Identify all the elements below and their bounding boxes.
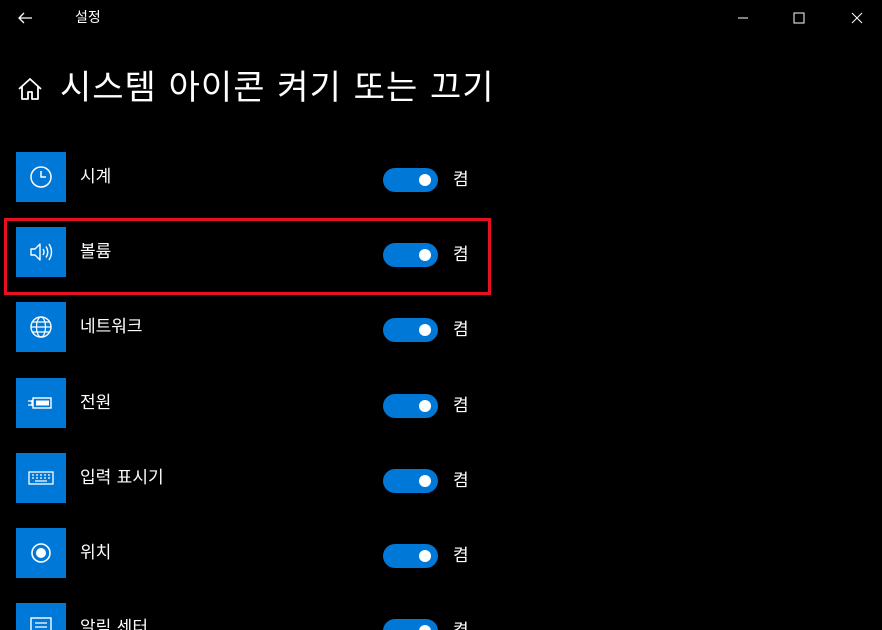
setting-row-volume: 볼륨 켬 [0,227,500,277]
minimize-button[interactable] [720,0,766,36]
setting-label: 시계 [80,167,112,187]
toggle-knob [419,400,431,412]
setting-row-location: 위치 켬 [0,528,500,578]
close-icon [851,12,863,24]
back-button[interactable] [12,5,40,31]
page-title: 시스템 아이콘 켜기 또는 끄기 [60,68,495,108]
toggle-knob [419,625,431,630]
battery-icon [28,397,52,409]
home-icon [18,78,42,100]
setting-row-notification-center: 알림 센터 켬 [0,603,500,630]
notification-icon [30,617,52,630]
toggle-state-label: 켬 [453,320,469,340]
tile-notification-center [16,603,66,630]
clock-icon [30,166,52,188]
keyboard-icon [28,471,54,485]
speaker-icon [30,243,53,261]
tile-power [16,378,66,428]
maximize-icon [793,12,805,24]
setting-row-power: 전원 켬 [0,378,500,428]
globe-icon [30,316,52,338]
tile-volume [16,227,66,277]
toggle-state-label: 켬 [453,620,469,630]
tile-input-indicator [16,453,66,503]
toggle-switch-clock[interactable] [383,168,438,192]
setting-label: 입력 표시기 [80,468,164,488]
tile-network [16,302,66,352]
toggle-state-label: 켬 [453,546,469,566]
setting-row-input-indicator: 입력 표시기 켬 [0,453,500,503]
title-bar: 설정 [0,0,882,36]
tile-clock [16,152,66,202]
toggle-state-label: 켬 [453,396,469,416]
setting-label: 위치 [80,543,112,563]
setting-row-clock: 시계 켬 [0,152,500,202]
tile-location [16,528,66,578]
setting-row-network: 네트워크 켬 [0,302,500,352]
setting-label: 전원 [80,393,112,413]
page-header: 시스템 아이콘 켜기 또는 끄기 [0,62,882,114]
toggle-state-label: 켬 [453,245,469,265]
toggle-switch-network[interactable] [383,318,438,342]
toggle-switch-input-indicator[interactable] [383,469,438,493]
toggle-state-label: 켬 [453,471,469,491]
toggle-knob [419,475,431,487]
toggle-switch-notification-center[interactable] [383,619,438,630]
maximize-button[interactable] [776,0,822,36]
setting-label: 볼륨 [80,242,112,262]
toggle-switch-volume[interactable] [383,243,438,267]
toggle-state-label: 켬 [453,170,469,190]
close-button[interactable] [834,0,880,36]
home-button[interactable] [16,76,44,106]
toggle-knob [419,550,431,562]
setting-label: 네트워크 [80,317,143,337]
toggle-knob [419,174,431,186]
setting-label: 알림 센터 [80,618,148,630]
toggle-switch-location[interactable] [383,544,438,568]
toggle-knob [419,249,431,261]
app-title: 설정 [75,10,101,26]
location-icon [31,543,51,563]
toggle-knob [419,324,431,336]
back-arrow-icon [18,12,32,24]
minimize-icon [738,17,748,19]
toggle-switch-power[interactable] [383,394,438,418]
